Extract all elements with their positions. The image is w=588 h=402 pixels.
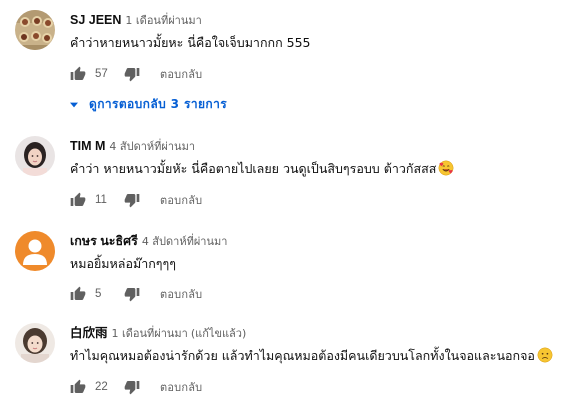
author-name[interactable]: SJ JEEN	[70, 13, 121, 27]
avatar[interactable]	[15, 231, 55, 271]
thumbs-down-icon	[124, 194, 140, 208]
comment-header: เกษร นะธิศรี 4 สัปดาห์ที่ผ่านมา	[70, 231, 580, 249]
dislike-button[interactable]	[124, 66, 140, 82]
comment-time[interactable]: 1 เดือนที่ผ่านมา	[112, 327, 188, 340]
comment-text-content: ทำไมคุณหมอต้องน่ารักด้วย แล้วทำไมคุณหมอต…	[70, 348, 535, 363]
caret-down-icon	[70, 102, 78, 107]
view-replies-button[interactable]: ดูการตอบกลับ 3 รายการ	[70, 95, 227, 114]
person-photo-avatar-icon	[15, 136, 55, 176]
edited-label: (แก้ไขแล้ว)	[190, 327, 247, 340]
comment-time[interactable]: 4 สัปดาห์ที่ผ่านมา	[142, 235, 228, 248]
like-count: 5	[95, 288, 102, 300]
comment-text-content: คำว่า หายหนาวมั้ยหัะ นี่คือตายไปเลยย วนด…	[70, 161, 437, 176]
author-name[interactable]: TIM M	[70, 139, 105, 153]
thumbs-up-icon	[70, 286, 86, 300]
comment-header: TIM M 4 สัปดาห์ที่ผ่านมา	[70, 136, 580, 154]
person-photo-avatar-icon	[15, 323, 55, 363]
dislike-button[interactable]	[124, 192, 140, 208]
reply-button[interactable]: ตอบกลับ	[160, 378, 202, 396]
smiling-face-with-hearts-icon	[438, 160, 454, 176]
sad-face-icon	[537, 347, 553, 363]
dislike-button[interactable]	[124, 379, 140, 395]
like-button[interactable]	[70, 66, 86, 82]
author-name[interactable]: 白欣雨	[70, 326, 108, 340]
like-count: 11	[95, 194, 107, 206]
avatar[interactable]	[15, 323, 55, 363]
reply-button[interactable]: ตอบกลับ	[160, 191, 202, 209]
default-user-avatar-icon	[15, 231, 55, 271]
thumbs-down-icon	[124, 381, 140, 395]
comment-actions: 57 ตอบกลับ	[70, 64, 202, 84]
comment-actions: 11 ตอบกลับ	[70, 190, 202, 210]
comment-header: 白欣雨 1 เดือนที่ผ่านมา (แก้ไขแล้ว)	[70, 323, 580, 341]
comment-text: คำว่าหายหนาวมั้ยหะ นี่คือใจเจ็บมากกก 555	[70, 35, 311, 50]
avatar[interactable]	[15, 10, 55, 50]
reply-button[interactable]: ตอบกลับ	[160, 65, 202, 83]
dislike-button[interactable]	[124, 286, 140, 302]
comment-text: ทำไมคุณหมอต้องน่ารักด้วย แล้วทำไมคุณหมอต…	[70, 347, 580, 365]
like-button[interactable]	[70, 192, 86, 208]
comment-body: 白欣雨 1 เดือนที่ผ่านมา (แก้ไขแล้ว) ทำไมคุณหม…	[70, 323, 580, 395]
thumbs-up-icon	[70, 192, 86, 206]
comment-body: SJ JEEN 1 เดือนที่ผ่านมา คำว่าหายหนาวมั้ย…	[70, 10, 580, 111]
comment-text: คำว่า หายหนาวมั้ยหัะ นี่คือตายไปเลยย วนด…	[70, 160, 580, 178]
author-name[interactable]: เกษร นะธิศรี	[70, 234, 138, 248]
thumbs-up-icon	[70, 66, 86, 80]
comment-actions: 22 ตอบกลับ	[70, 377, 202, 397]
like-count: 57	[95, 68, 108, 80]
thumbs-down-icon	[124, 68, 140, 82]
comment-actions: 5 ตอบกลับ	[70, 284, 202, 304]
thumbs-up-icon	[70, 379, 86, 393]
like-button[interactable]	[70, 379, 86, 395]
comment-time[interactable]: 1 เดือนที่ผ่านมา	[125, 14, 201, 27]
food-photo-avatar-icon	[15, 10, 55, 50]
comment-text: หมอยิ้มหล่อม๊ากๆๆๆ	[70, 256, 176, 271]
comment-time[interactable]: 4 สัปดาห์ที่ผ่านมา	[109, 140, 195, 153]
comment-header: SJ JEEN 1 เดือนที่ผ่านมา	[70, 10, 580, 28]
comment-body: TIM M 4 สัปดาห์ที่ผ่านมา คำว่า หายหนาวมั้…	[70, 136, 580, 208]
thumbs-down-icon	[124, 288, 140, 302]
avatar[interactable]	[15, 136, 55, 176]
like-button[interactable]	[70, 286, 86, 302]
view-replies-label: ดูการตอบกลับ 3 รายการ	[89, 97, 228, 111]
reply-button[interactable]: ตอบกลับ	[160, 285, 202, 303]
comments-section: SJ JEEN 1 เดือนที่ผ่านมา คำว่าหายหนาวมั้ย…	[0, 0, 588, 402]
comment-body: เกษร นะธิศรี 4 สัปดาห์ที่ผ่านมา หมอยิ้มหล…	[70, 231, 580, 302]
like-count: 22	[95, 381, 108, 393]
